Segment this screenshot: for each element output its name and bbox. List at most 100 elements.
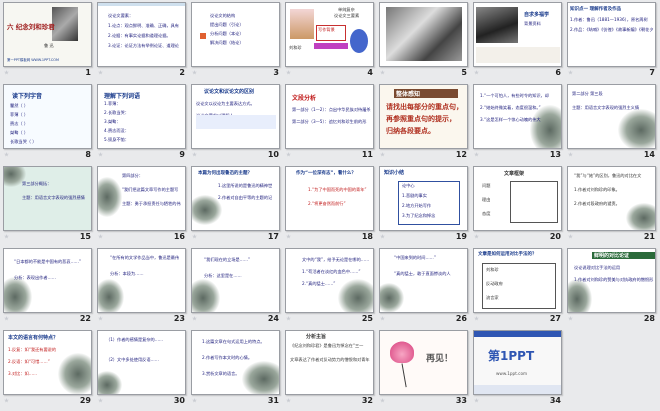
slide-text-line: 3.对比：如…… [8, 371, 38, 376]
slide-thumbnail[interactable]: 议论文的结构 提出问题（引论） 分析问题（本论） 解决问题（结论） 3 [191, 2, 281, 82]
slide-thumbnail[interactable]: 再见！ 33 [379, 330, 469, 410]
slide-text-line: 3.论证：论证方法有举例论证、道理论证、对比论证、比喻论证等。 [108, 43, 179, 49]
slide-preview[interactable]: 第1PPT www.1ppt.com [473, 330, 562, 395]
slide-text-line: 1.作者：鲁迅（1881—1936），原名周树人。 [570, 17, 648, 23]
slide-thumbnail[interactable]: 自求多福学 背景资料 6 [473, 2, 563, 82]
slide-thumbnail[interactable]: 文中的“我”，给予无论是在哪的…… 1.“苟活者在淡红的血色中……” 2.“真的猛士… [285, 248, 375, 328]
slide-thumbnail[interactable]: 单纯复杂 议论文三要素 刘和珍 写作背景 4 [285, 2, 375, 82]
slide-text-line: 文章表达了作者对反动势力的憎恨和对青年的赞颂。 [290, 357, 370, 363]
slide-text-line: 分析：表现出作者…… [14, 275, 56, 280]
slide-thumbnail[interactable]: “我”与“她”的区别，鲁迅的对比在文中……1.作者对刘和珍的印象。2.作者对段政… [567, 166, 657, 246]
slide-thumbnail[interactable]: 读下列字音 瞿然（ ） 菲薄（ ） 赍志（ ） 桀骜（ ） 长歌当哭（ ） 8 [3, 84, 93, 164]
slide-preview[interactable]: 理解下列词语 1.菲薄： 2.长歌当哭： 3.桀骜： 4.赍志而没： 5.殒身不恤： [97, 84, 186, 149]
slide-thumbnail[interactable]: 5 [379, 2, 469, 82]
slide-thumbnail[interactable]: 第三部分概括： 主题：用语言文字表现的强烈感情的独立文章 15 [3, 166, 93, 246]
slide-thumbnail[interactable]: 1.这篇文章在句式运用上的特点。 2.作者写作本文时的心情。 3.赏析文章的语言。 3… [191, 330, 281, 410]
slide-preview[interactable]: 本文的语言有何特点？ 1.反复：如“我还有要说的话……” 2.反语：如“可惜……” 3… [3, 330, 92, 395]
highlight-box [196, 115, 276, 129]
slide-preview[interactable]: 再见！ [379, 330, 468, 395]
slide-preview[interactable]: 单纯复杂 议论文三要素 刘和珍 写作背景 [285, 2, 374, 67]
slide-preview[interactable]: “中国来到的时间……” “真的猛士，敢于直面惨淡的人生……” [379, 248, 468, 313]
slide-preview[interactable]: 1.“一个可怕人，有些时令的知识，却不能知道自己将要做什么……” 2.“她始终微笑… [473, 84, 562, 149]
slide-preview[interactable]: “日本都的不能是中国有的悲哀……” 分析：表现出作者…… [3, 248, 92, 313]
slide-preview[interactable]: 知识小结 论中心 1.悲剧的事实 2.地方开始写作 3.为了纪念和悼念 [379, 166, 468, 231]
slide-preview[interactable]: 分析主旨《纪念刘和珍君》是鲁迅为悼念在“三一八”惨案中牺牲的刘和珍而写的一篇散文… [285, 330, 374, 395]
slide-text-line: 1.菲薄： [104, 101, 121, 106]
slide-thumbnail[interactable]: “中国来到的时间……” “真的猛士，敢于直面惨淡的人生……” 26 [379, 248, 469, 328]
slide-thumbnail[interactable]: 分析主旨《纪念刘和珍君》是鲁迅为悼念在“三一八”惨案中牺牲的刘和珍而写的一篇散文… [285, 330, 375, 410]
slide-thumbnail[interactable]: 六 纪念刘和珍君鲁 迅第一PPT模板网 WWW.1PPT.COM 1 [3, 2, 93, 82]
slide-text-line: “在所有的文学作品当中，鲁迅是最伟大的……” [110, 255, 180, 261]
portrait-photo [290, 9, 314, 39]
text-panel [476, 47, 560, 63]
slide-number: 16 [173, 232, 185, 241]
shape-block [98, 3, 185, 6]
slide-transition-icon [380, 152, 386, 158]
slide-thumbnail[interactable]: 第二部分 第三段主题：用语言文字表现的强烈主义情感14 [567, 84, 657, 164]
slide-thumbnail[interactable]: 本篇为何出现鲁迅的主题？ 1.这里所说的是鲁迅的精神世界的主题。 2.作者对自由平等… [191, 166, 281, 246]
slide-number: 6 [555, 68, 561, 77]
slide-thumbnail[interactable]: “日本都的不能是中国有的悲哀……” 分析：表现出作者…… 22 [3, 248, 93, 328]
slide-preview[interactable]: 议论文要素： 1.论点：观点鲜明、准确、正确，具有针对性。 2.论据：有事实论据和道… [97, 2, 186, 67]
slide-preview[interactable]: “我们现在的立场是……” 分析：这里是在…… [191, 248, 280, 313]
slide-preview[interactable]: 自求多福学 背景资料 [473, 2, 562, 67]
slide-thumbnail[interactable]: 本文的语言有何特点？ 1.反复：如“我还有要说的话……” 2.反语：如“可惜……” 3… [3, 330, 93, 410]
slide-preview[interactable]: 文章是如何运用对比手法的？ 刘和珍 反动政府 流言家 [473, 248, 562, 313]
slide-thumbnail[interactable]: 知识点一 理解作者及作品 1.作者：鲁迅（1881—1936），原名周树人。 2.作… [567, 2, 657, 82]
slide-preview[interactable]: 第三部分概括： 主题：用语言文字表现的强烈感情的独立文章 [3, 166, 92, 231]
slide-preview[interactable]: 文段分析第一部分（1—2）：点出中华民族对待屠杀的态度。第二部分（3—5）：追忆… [285, 84, 374, 149]
slide-preview[interactable]: 文章框架 问题 理由 态度 [473, 166, 562, 231]
slide-transition-icon [192, 152, 198, 158]
slide-thumbnail[interactable]: 第1PPT www.1ppt.com 34 [473, 330, 563, 410]
slide-preview[interactable]: 议论文和议论文的区别议论文以议论为主要表达方式。议论文要求以理服人。 [191, 84, 280, 149]
slide-preview[interactable]: “我”与“她”的区别，鲁迅的对比在文中……1.作者对刘和珍的印象。2.作者对段政… [567, 166, 656, 231]
slide-text-line: 2.论据：有事实论据和道理论据。 [108, 33, 171, 38]
slide-thumbnail[interactable]: 第四部分： "我们把这篇文章写作的主题写为……" 主题：勇于承担责任与牺牲的伟大 16 [97, 166, 187, 246]
slide-preview[interactable]: 议论文的结构 提出问题（引论） 分析问题（本论） 解决问题（结论） [191, 2, 280, 67]
slide-text-line: 理由 [482, 197, 491, 202]
slide-thumbnail[interactable]: 议论文和议论文的区别议论文以议论为主要表达方式。议论文要求以理服人。10 [191, 84, 281, 164]
slide-thumbnail[interactable]: 文段分析第一部分（1—2）：点出中华民族对待屠杀的态度。第二部分（3—5）：追忆… [285, 84, 375, 164]
slide-number: 23 [173, 314, 185, 323]
slide-text-line: 4.赍志而没： [104, 128, 129, 133]
slide-preview[interactable]: 本篇为何出现鲁迅的主题？ 1.这里所说的是鲁迅的精神世界的主题。 2.作者对自由平等… [191, 166, 280, 231]
slide-preview[interactable]: “在所有的文学作品当中，鲁迅是最伟大的……” 分析：本段为…… [97, 248, 186, 313]
slide-preview[interactable]: 第二部分 第三段主题：用语言文字表现的强烈主义情感 [567, 84, 656, 149]
slide-preview[interactable]: 知识点一 理解作者及作品 1.作者：鲁迅（1881—1936），原名周树人。 2.作… [567, 2, 656, 67]
slide-number: 20 [549, 232, 561, 241]
slide-thumbnail[interactable]: 文章框架 问题 理由 态度 20 [473, 166, 563, 246]
slide-preview[interactable]: 读下列字音 瞿然（ ） 菲薄（ ） 赍志（ ） 桀骜（ ） 长歌当哭（ ） [3, 84, 92, 149]
slide-thumbnail[interactable]: 知识小结 论中心 1.悲剧的事实 2.地方开始写作 3.为了纪念和悼念 19 [379, 166, 469, 246]
slide-text-line: 菲薄（ ） [10, 112, 29, 117]
slide-thumbnail[interactable]: “在所有的文学作品当中，鲁迅是最伟大的……” 分析：本段为…… 23 [97, 248, 187, 328]
slide-preview[interactable]: 文中的“我”，给予无论是在哪的…… 1.“苟活者在淡红的血色中……” 2.“真的猛士… [285, 248, 374, 313]
slide-preview[interactable]: （1）作者的感情是复杂的…… （2）文中多处使用反语…… [97, 330, 186, 395]
slide-thumbnail[interactable]: 文章是如何运用对比手法的？ 刘和珍 反动政府 流言家 27 [473, 248, 563, 328]
slide-text-line: 赍志（ ） [10, 121, 29, 126]
slide-preview[interactable] [379, 2, 468, 67]
slide-number: 14 [643, 150, 655, 159]
diagram-arrow [314, 43, 348, 49]
brand-url: www.1ppt.com [496, 371, 528, 376]
slide-preview[interactable]: 鲜明的对比论证议论说理对比手法的运用1.作者对刘和珍的赞美与对执政府的憎恨形成对… [567, 248, 656, 313]
slide-preview[interactable]: 作为“一位深有志”，看什么？ 1.“为了中国而死的中国的青年” 2.“将更奋然而前行… [285, 166, 374, 231]
slide-thumbnail[interactable]: 作为“一位深有志”，看什么？ 1.“为了中国而死的中国的青年” 2.“将更奋然而前行… [285, 166, 375, 246]
slide-transition-icon [98, 152, 104, 158]
slide-preview[interactable]: 六 纪念刘和珍君鲁 迅第一PPT模板网 WWW.1PPT.COM [3, 2, 92, 67]
slide-thumbnail[interactable]: （1）作者的感情是复杂的…… （2）文中多处使用反语…… 30 [97, 330, 187, 410]
slide-preview[interactable]: 整体感知 请找出每部分的重点句， 再参照重点句的提示， 归纳各段要点。 [379, 84, 468, 149]
slide-thumbnail[interactable]: 议论文要素： 1.论点：观点鲜明、准确、正确，具有针对性。 2.论据：有事实论据和道… [97, 2, 187, 82]
slide-text-line: 解决问题（结论） [210, 40, 244, 45]
slide-title: 知识小结 [384, 170, 405, 176]
slide-text-line: 议论文的结构 [210, 13, 236, 18]
slide-preview[interactable]: 第四部分： "我们把这篇文章写作的主题写为……" 主题：勇于承担责任与牺牲的伟大 [97, 166, 186, 231]
slide-preview[interactable]: 1.这篇文章在句式运用上的特点。 2.作者写作本文时的心情。 3.赏析文章的语言。 [191, 330, 280, 395]
slide-thumbnail[interactable]: 鲜明的对比论证议论说理对比手法的运用1.作者对刘和珍的赞美与对执政府的憎恨形成对… [567, 248, 657, 328]
slide-thumbnail[interactable]: 理解下列词语 1.菲薄： 2.长歌当哭： 3.桀骜： 4.赍志而没： 5.殒身不恤： 9 [97, 84, 187, 164]
slide-thumbnail[interactable]: 1.“一个可怕人，有些时令的知识，却不能知道自己将要做什么……” 2.“她始终微笑… [473, 84, 563, 164]
shape-block [200, 33, 206, 39]
slide-title: 本篇为何出现鲁迅的主题？ [198, 171, 252, 176]
slide-thumbnail[interactable]: “我们现在的立场是……” 分析：这里是在…… 24 [191, 248, 281, 328]
slide-thumbnail[interactable]: 整体感知 请找出每部分的重点句， 再参照重点句的提示， 归纳各段要点。 12 [379, 84, 469, 164]
slide-number: 30 [173, 396, 185, 405]
